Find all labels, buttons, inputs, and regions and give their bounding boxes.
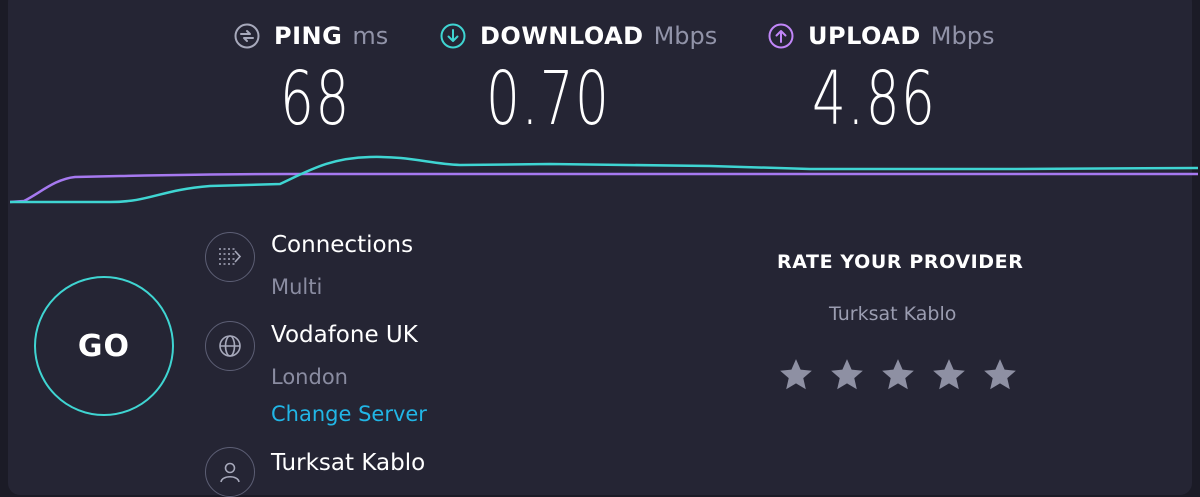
go-button[interactable]: GO [34,276,174,416]
speed-graph [10,155,1198,204]
connections-mode[interactable]: Multi [271,275,322,299]
ping-metric: PING ms 68 [234,18,388,138]
server-location: London [271,365,348,389]
upload-label: UPLOAD [808,22,921,50]
upload-arrow-icon [768,23,794,49]
rate-provider-name: Turksat Kablo [829,303,957,325]
server-name: Vodafone UK [271,322,418,348]
download-graph-line [10,155,1198,204]
star-icon-2[interactable] [828,356,866,394]
star-icon-3[interactable] [879,356,917,394]
download-metric: DOWNLOAD Mbps 0.70 [440,18,717,138]
star-icon-4[interactable] [930,356,968,394]
upload-unit: Mbps [930,22,995,50]
connections-title: Connections [271,232,414,258]
ping-label: PING [274,22,343,50]
change-server-link[interactable]: Change Server [271,402,427,426]
isp-name: Turksat Kablo [271,450,426,476]
ping-unit: ms [352,22,389,50]
rating-stars [777,356,1032,394]
star-icon-5[interactable] [981,356,1019,394]
star-icon-1[interactable] [777,356,815,394]
download-value: 0.70 [486,56,611,142]
connections-icon [205,232,255,282]
go-label: GO [77,328,131,364]
user-icon [205,447,255,497]
upload-metric: UPLOAD Mbps 4.86 [768,18,994,138]
rate-provider-title: RATE YOUR PROVIDER [777,251,1024,273]
globe-icon [205,321,255,371]
download-label: DOWNLOAD [480,22,644,50]
download-arrow-icon [440,23,466,49]
upload-value: 4.86 [812,56,937,142]
download-unit: Mbps [653,22,718,50]
ping-value: 68 [280,56,351,142]
ping-icon [234,23,260,49]
